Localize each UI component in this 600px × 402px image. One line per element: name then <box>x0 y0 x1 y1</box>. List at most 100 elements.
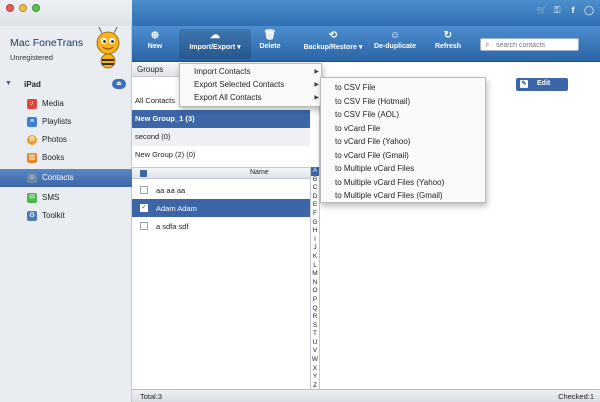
status-bar: Total:3 Checked:1 <box>132 389 600 402</box>
books-icon: ▥ <box>27 153 37 163</box>
menu-item-export-all[interactable]: Export All Contacts ▶ <box>180 92 323 105</box>
index-letter-q[interactable]: Q <box>311 305 319 314</box>
index-letter-i[interactable]: I <box>311 236 319 245</box>
index-letter-r[interactable]: R <box>311 313 319 322</box>
index-letter-o[interactable]: O <box>311 287 319 296</box>
toolkit-icon: ⚙ <box>27 211 37 221</box>
music-icon: ♪ <box>27 99 37 109</box>
row-checkbox[interactable]: ✓ <box>140 204 148 212</box>
menu-item-import-contacts[interactable]: Import Contacts ▶ <box>180 66 323 79</box>
index-letter-v[interactable]: V <box>311 347 319 356</box>
minimize-window-button[interactable] <box>19 4 27 12</box>
device-row[interactable]: ▼ iPad ⏏ <box>0 78 132 92</box>
index-letter-u[interactable]: U <box>311 339 319 348</box>
index-letter-w[interactable]: W <box>311 356 319 365</box>
index-letter-e[interactable]: E <box>311 201 319 210</box>
sidebar: Mac FoneTrans Unregistered ▼ iPad ⏏ ♪ Me… <box>0 0 132 402</box>
sidebar-item-toolkit[interactable]: ⚙ Toolkit <box>0 207 132 225</box>
menu-item-label: Export All Contacts <box>194 93 262 102</box>
index-letter-c[interactable]: C <box>311 184 319 193</box>
submenu-item[interactable]: to vCard File (Yahoo) <box>321 135 487 149</box>
trash-icon: 🗑 <box>263 30 277 41</box>
sidebar-item-photos[interactable]: ✿ Photos <box>0 131 132 149</box>
submenu-item[interactable]: to vCard File (Gmail) <box>321 149 487 163</box>
top-icons: 🛒 ⚿ f ◯ <box>536 5 594 16</box>
index-letter-k[interactable]: K <box>311 253 319 262</box>
submenu-item-label: to vCard File (Yahoo) <box>335 137 411 146</box>
index-letter-b[interactable]: B <box>311 176 319 185</box>
index-letter-x[interactable]: X <box>311 365 319 374</box>
index-letter-n[interactable]: N <box>311 279 319 288</box>
index-letter-y[interactable]: Y <box>311 373 319 382</box>
submenu-item[interactable]: to vCard File <box>321 122 487 136</box>
search-input[interactable] <box>496 40 576 50</box>
submenu-item[interactable]: to CSV File (Hotmail) <box>321 95 487 109</box>
index-letter-s[interactable]: S <box>311 322 319 331</box>
disclosure-triangle-icon[interactable]: ▼ <box>5 80 12 87</box>
refresh-icon: ↻ <box>443 30 453 41</box>
table-row[interactable]: ✓ Adam Adam <box>132 199 310 217</box>
playlist-icon: ≡ <box>27 117 37 127</box>
table-row[interactable]: a sdfa sdf <box>132 217 310 235</box>
submenu-item-label: to vCard File <box>335 123 381 133</box>
submenu-arrow-icon: ▶ <box>314 95 319 101</box>
submenu-item[interactable]: to Multiple vCard Files <box>321 162 487 176</box>
index-letter-l[interactable]: L <box>311 262 319 271</box>
sidebar-item-label: SMS <box>42 193 60 202</box>
index-letter-h[interactable]: H <box>311 227 319 236</box>
submenu-item[interactable]: to CSV File (AOL) <box>321 108 487 122</box>
index-letter-m[interactable]: M <box>311 270 319 279</box>
close-window-button[interactable] <box>6 4 14 12</box>
backup-restore-label: Backup/Restore <box>303 44 357 51</box>
refresh-button[interactable]: ↻ Refresh <box>430 29 466 59</box>
group-label: All Contacts <box>135 96 176 105</box>
row-checkbox[interactable] <box>140 222 148 230</box>
row-checkbox[interactable] <box>140 186 148 194</box>
import-export-button[interactable]: ☁ Import/Export ▾ <box>179 29 251 59</box>
table-row[interactable]: aa aa aa <box>132 181 310 199</box>
group-row-new-group-1[interactable]: New Group_1 (3) <box>132 110 310 128</box>
mascot-logo-icon <box>96 26 120 69</box>
backup-restore-button[interactable]: ⟲ Backup/Restore ▾ <box>300 29 366 59</box>
people-icon: ☺ <box>389 30 401 41</box>
edit-button[interactable]: ✎ Edit <box>516 78 568 91</box>
key-icon[interactable]: ⚿ <box>552 5 562 16</box>
sidebar-item-books[interactable]: ▥ Books <box>0 149 132 167</box>
index-letter-a[interactable]: A <box>311 167 319 176</box>
index-letter-g[interactable]: G <box>311 219 319 228</box>
sidebar-item-playlists[interactable]: ≡ Playlists <box>0 113 132 131</box>
submenu-item[interactable]: to Multiple vCard Files (Gmail) <box>321 189 487 203</box>
facebook-icon[interactable]: f <box>568 5 578 16</box>
deduplicate-button[interactable]: ☺ De-duplicate <box>372 29 418 59</box>
index-letter-p[interactable]: P <box>311 296 319 305</box>
index-letter-t[interactable]: T <box>311 330 319 339</box>
index-letter-j[interactable]: J <box>311 244 319 253</box>
chat-icon[interactable]: ◯ <box>584 5 594 16</box>
delete-button[interactable]: 🗑 Delete <box>256 29 284 59</box>
submenu-item-label: to vCard File (Gmail) <box>335 150 409 160</box>
new-button[interactable]: ⊕ New <box>142 29 168 59</box>
menu-item-label: Export Selected Contacts <box>194 80 285 89</box>
contact-name: a sdfa sdf <box>156 222 189 231</box>
index-letter-f[interactable]: F <box>311 210 319 219</box>
group-row-second[interactable]: second (0) <box>132 128 310 146</box>
sidebar-item-media[interactable]: ♪ Media <box>0 95 132 113</box>
app-title: Mac FoneTrans <box>10 37 84 49</box>
checked-count: Checked:1 <box>558 392 594 401</box>
select-all-checkbox[interactable] <box>140 170 147 177</box>
maximize-window-button[interactable] <box>32 4 40 12</box>
group-row-new-group-2[interactable]: New Group (2) (0) <box>132 146 310 164</box>
sidebar-item-contacts[interactable]: ☺ Contacts <box>0 169 132 187</box>
search-box[interactable]: ⌕ <box>480 38 579 51</box>
column-header-name[interactable]: Name <box>250 169 269 176</box>
device-name: iPad <box>24 80 41 89</box>
sidebar-item-label: Media <box>42 99 64 108</box>
eject-icon[interactable]: ⏏ <box>112 79 126 89</box>
index-letter-d[interactable]: D <box>311 193 319 202</box>
cart-icon[interactable]: 🛒 <box>536 5 547 16</box>
menu-item-export-selected[interactable]: Export Selected Contacts ▶ <box>180 79 323 92</box>
submenu-item[interactable]: to CSV File <box>321 81 487 95</box>
sidebar-item-sms[interactable]: ✉ SMS <box>0 189 132 207</box>
submenu-item[interactable]: to Multiple vCard Files (Yahoo) <box>321 176 487 190</box>
import-export-label: Import/Export <box>189 44 236 51</box>
